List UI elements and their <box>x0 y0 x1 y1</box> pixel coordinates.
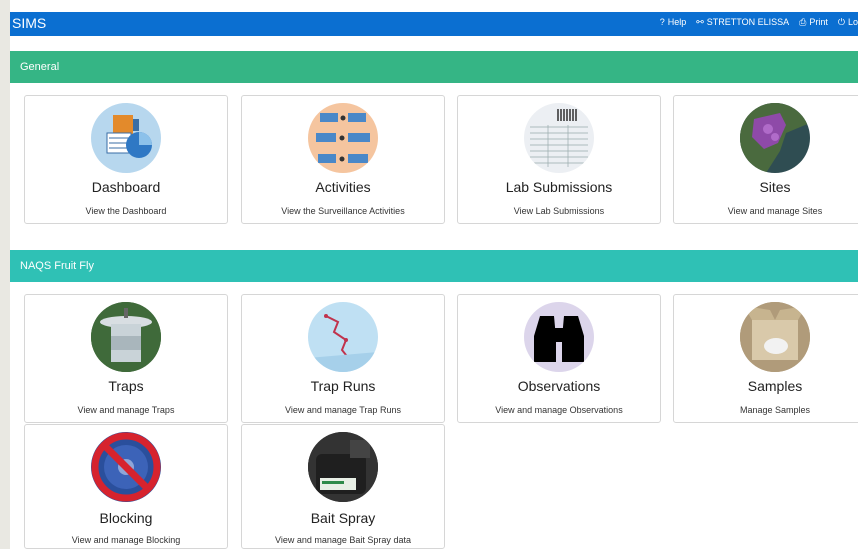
lab-form-icon <box>524 103 594 173</box>
page: SIMS ? Help ⚯ STRETTON ELISSA ⎙ Print ⏻ Lo G… <box>10 0 858 549</box>
card-description: View and manage Blocking <box>71 535 181 545</box>
card-title: Trap Runs <box>310 378 376 394</box>
card-lab-submissions[interactable]: Lab Submissions View Lab Submissions <box>457 95 661 224</box>
card-traps[interactable]: Traps View and manage Traps <box>24 294 228 423</box>
card-description: View the Dashboard <box>85 206 167 216</box>
user-link[interactable]: ⚯ STRETTON ELISSA <box>696 17 789 28</box>
card-observations[interactable]: Observations View and manage Observation… <box>457 294 661 423</box>
card-trap-runs[interactable]: Trap Runs View and manage Trap Runs <box>241 294 445 423</box>
user-icon: ⚯ <box>696 17 704 27</box>
card-title: Traps <box>108 378 144 394</box>
card-description: View Lab Submissions <box>513 206 605 216</box>
card-blocking[interactable]: Blocking View and manage Blocking <box>24 424 228 549</box>
card-sites[interactable]: Sites View and manage Sites <box>673 95 858 224</box>
card-title: Dashboard <box>91 179 161 195</box>
print-label: Print <box>809 17 828 27</box>
sample-box-icon <box>740 302 810 372</box>
card-description: Manage Samples <box>739 405 811 415</box>
card-bait-spray[interactable]: Bait Spray View and manage Bait Spray da… <box>241 424 445 549</box>
blocked-icon <box>91 432 161 502</box>
card-title: Observations <box>517 378 601 394</box>
user-name: STRETTON ELISSA <box>706 17 790 27</box>
route-map-icon <box>308 302 378 372</box>
logout-label: Lo <box>847 17 858 27</box>
card-samples[interactable]: Samples Manage Samples <box>673 294 858 423</box>
dashboard-icon <box>91 103 161 173</box>
map-icon <box>740 103 810 173</box>
section-header-general: General <box>10 51 858 83</box>
help-link[interactable]: ? Help <box>660 17 687 28</box>
card-title: Samples <box>747 378 803 394</box>
binoculars-icon <box>524 302 594 372</box>
spray-bottle-icon <box>308 432 378 502</box>
card-title: Sites <box>759 179 791 195</box>
card-description: View and manage Trap Runs <box>285 405 401 415</box>
logout-link[interactable]: ⏻ Lo <box>838 17 858 28</box>
card-title: Activities <box>315 179 371 195</box>
power-icon: ⏻ <box>837 17 845 27</box>
card-title: Blocking <box>99 510 153 526</box>
card-description: View and manage Observations <box>495 405 623 415</box>
help-icon: ? <box>659 17 665 27</box>
section-header-naqs-fruit-fly: NAQS Fruit Fly <box>10 250 858 282</box>
card-description: View and manage Sites <box>727 206 823 216</box>
card-description: View and manage Bait Spray data <box>275 535 411 545</box>
help-label: Help <box>667 17 687 27</box>
print-icon: ⎙ <box>799 17 807 27</box>
card-title: Bait Spray <box>310 510 376 526</box>
card-description: View the Surveillance Activities <box>281 206 405 216</box>
card-dashboard[interactable]: Dashboard View the Dashboard <box>24 95 228 224</box>
top-nav-links: ? Help ⚯ STRETTON ELISSA ⎙ Print ⏻ Lo <box>660 17 858 28</box>
card-title: Lab Submissions <box>505 179 613 195</box>
app-title[interactable]: SIMS <box>12 15 46 31</box>
card-description: View and manage Traps <box>77 405 175 415</box>
card-activities[interactable]: Activities View the Surveillance Activit… <box>241 95 445 224</box>
print-link[interactable]: ⎙ Print <box>799 17 828 28</box>
trap-icon <box>91 302 161 372</box>
activities-icon <box>308 103 378 173</box>
top-navbar: SIMS ? Help ⚯ STRETTON ELISSA ⎙ Print ⏻ Lo <box>10 12 858 36</box>
